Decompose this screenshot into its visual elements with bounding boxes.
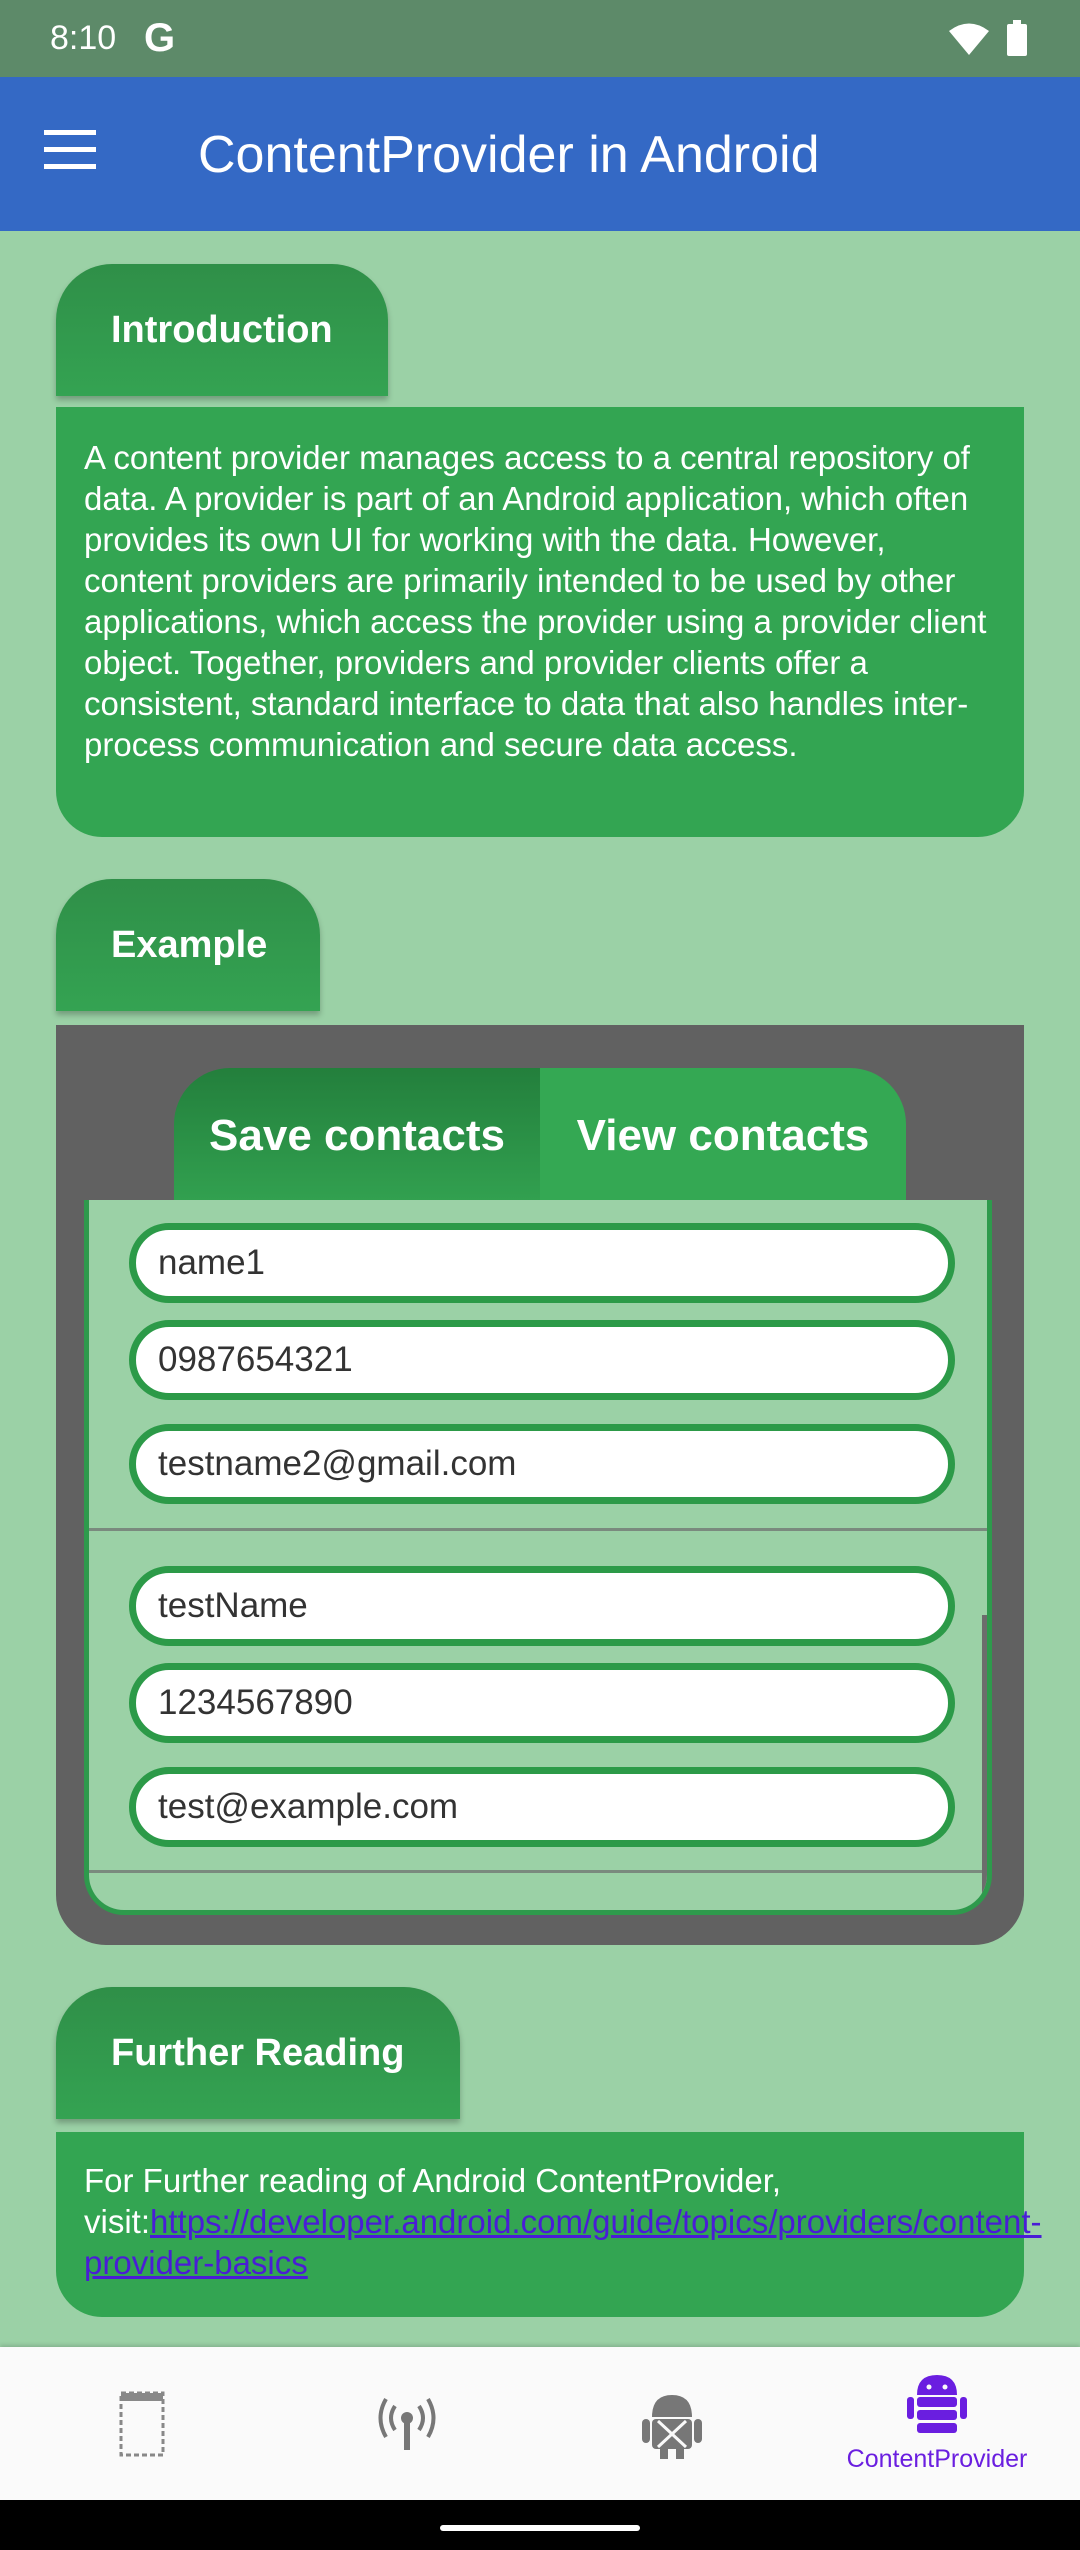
further-reading-header: Further Reading (56, 1987, 460, 2119)
antenna-icon (378, 2397, 436, 2450)
android-database-icon (907, 2375, 967, 2433)
further-reading-text: For Further reading of Android ContentPr… (56, 2132, 1042, 2313)
battery-icon (1007, 20, 1027, 56)
home-gesture-handle[interactable] (440, 2525, 640, 2531)
android-broken-icon (642, 2394, 702, 2459)
nav-item-layout[interactable] (7, 2347, 277, 2500)
contacts-tabs: Save contacts View contacts (174, 1068, 906, 1204)
nav-item-android[interactable] (537, 2347, 807, 2500)
menu-icon[interactable] (44, 130, 104, 180)
bottom-navigation: ContentProvider (0, 2347, 1080, 2500)
nav-item-contentprovider[interactable]: ContentProvider (802, 2347, 1072, 2500)
contact-phone-field[interactable]: 1234567890 (129, 1663, 955, 1743)
list-divider (89, 1528, 987, 1531)
introduction-card: A content provider manages access to a c… (56, 407, 1024, 837)
contact-email-field[interactable]: test@example.com (129, 1767, 955, 1847)
example-header: Example (56, 879, 320, 1011)
google-icon: G (144, 16, 176, 60)
nav-item-network[interactable] (272, 2347, 542, 2500)
further-reading-card: For Further reading of Android ContentPr… (56, 2132, 1042, 2317)
status-time: 8:10 (50, 19, 117, 57)
status-bar: 8:10 G (0, 0, 1080, 77)
introduction-text: A content provider manages access to a c… (84, 439, 987, 763)
app-bar: ContentProvider in Android (0, 77, 1080, 231)
example-panel: Save contacts View contacts name1 098765… (56, 1025, 1024, 1945)
contacts-list[interactable]: name1 0987654321 testname2@gmail.com tes… (84, 1200, 992, 1915)
contact-email-field[interactable]: testname2@gmail.com (129, 1424, 955, 1504)
contact-phone-field[interactable]: 0987654321 (129, 1320, 955, 1400)
tab-save-contacts[interactable]: Save contacts (174, 1068, 540, 1204)
wifi-icon (949, 23, 989, 55)
introduction-header: Introduction (56, 264, 388, 396)
tab-view-contacts[interactable]: View contacts (540, 1068, 906, 1204)
page-title: ContentProvider in Android (198, 126, 820, 184)
contact-name-field[interactable]: name1 (129, 1223, 955, 1303)
layout-icon (119, 2391, 165, 2456)
further-reading-link[interactable]: https://developer.android.com/guide/topi… (84, 2203, 1042, 2281)
list-scrollbar[interactable] (982, 1615, 987, 1905)
nav-label-contentprovider: ContentProvider (846, 2445, 1028, 2473)
contact-name-field[interactable]: testName (129, 1566, 955, 1646)
list-divider (89, 1870, 987, 1873)
